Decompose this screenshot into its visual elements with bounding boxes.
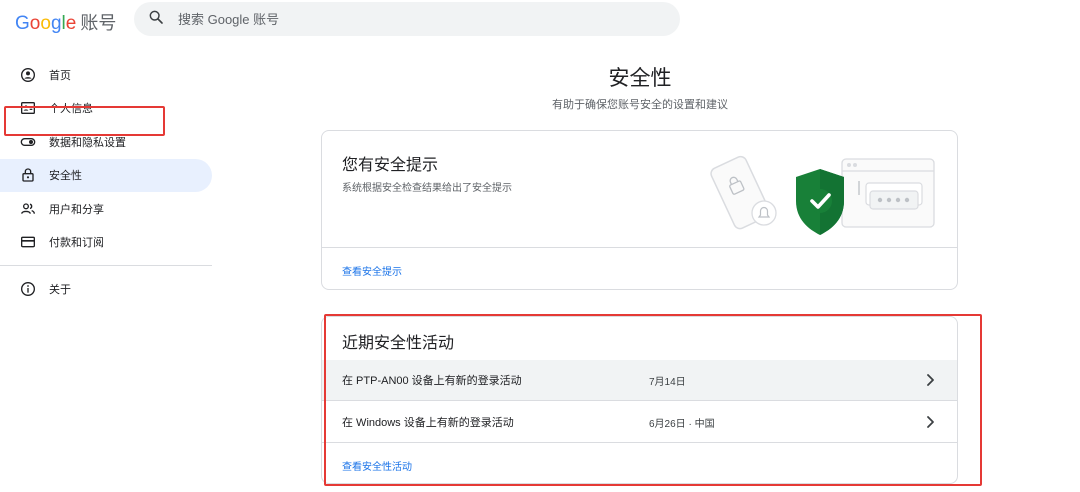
sidebar-item-security[interactable]: 安全性 — [0, 158, 212, 192]
sidebar-item-personal-info[interactable]: 个人信息 — [0, 92, 212, 126]
logo-letter: G — [15, 13, 30, 34]
sidebar-item-home[interactable]: 首页 — [0, 58, 212, 92]
activity-row-date: 6月26日 · 中国 — [649, 418, 715, 430]
sidebar-divider — [0, 265, 212, 266]
logo-letter: o — [29, 13, 41, 34]
google-account-logo[interactable]: Google 账号 — [15, 9, 116, 35]
credit-card-icon — [20, 234, 36, 250]
activity-row-text: 在 PTP-AN00 设备上有新的登录活动 — [342, 375, 522, 387]
sidebar-item-about[interactable]: 关于 — [0, 272, 212, 306]
logo-suffix: 账号 — [80, 13, 117, 33]
search-icon[interactable] — [148, 9, 164, 30]
sidebar-item-data-privacy[interactable]: 数据和隐私设置 — [0, 125, 212, 159]
search-input[interactable] — [178, 11, 578, 27]
sidebar-nav: 首页 个人信息 数据和隐私设置 安全性 用户和分享 付款和订阅 关于 — [0, 58, 214, 306]
activity-row-date: 7月14日 — [649, 376, 686, 388]
toggle-icon — [20, 134, 36, 150]
header: Google 账号 — [0, 0, 1080, 40]
sidebar-item-label: 付款和订阅 — [49, 237, 104, 250]
sidebar-item-people-sharing[interactable]: 用户和分享 — [0, 192, 212, 226]
sidebar-item-label: 关于 — [49, 283, 71, 296]
sidebar-item-label: 安全性 — [49, 170, 82, 183]
activity-card-title: 近期安全性活动 — [342, 335, 455, 352]
activity-row-text: 在 Windows 设备上有新的登录活动 — [342, 417, 514, 429]
sidebar-item-label: 数据和隐私设置 — [49, 136, 126, 149]
view-security-activity-link[interactable]: 查看安全性活动 — [342, 458, 412, 473]
chevron-right-icon — [922, 414, 938, 430]
people-icon — [20, 201, 36, 217]
logo-letter: g — [50, 13, 62, 34]
page-title: 安全性 — [608, 67, 672, 90]
activity-row[interactable]: 在 PTP-AN00 设备上有新的登录活动 7月14日 — [322, 360, 957, 401]
tips-card-description: 系统根据安全检查结果给出了安全提示 — [342, 183, 512, 194]
info-icon — [20, 281, 36, 297]
lock-icon — [20, 167, 36, 183]
logo-letter: e — [65, 13, 77, 34]
tips-card-title: 您有安全提示 — [342, 157, 439, 174]
account-circle-icon — [20, 67, 36, 83]
security-illustration — [702, 149, 942, 239]
sidebar-item-label: 首页 — [49, 69, 71, 82]
sidebar-item-payments[interactable]: 付款和订阅 — [0, 226, 212, 260]
search-bar[interactable] — [134, 2, 680, 36]
card-divider — [322, 247, 957, 248]
view-security-tips-link[interactable]: 查看安全提示 — [342, 263, 402, 278]
sidebar-item-label: 用户和分享 — [49, 203, 104, 216]
security-tips-card: 您有安全提示 系统根据安全检查结果给出了安全提示 查看安全提示 — [321, 130, 958, 290]
recent-security-activity-card: 近期安全性活动 在 PTP-AN00 设备上有新的登录活动 7月14日 在 Wi… — [321, 316, 958, 484]
sidebar-item-label: 个人信息 — [49, 103, 93, 116]
page-subtitle: 有助于确保您账号安全的设置和建议 — [552, 99, 728, 111]
logo-letter: o — [40, 13, 51, 34]
id-card-icon — [20, 100, 36, 116]
activity-row[interactable]: 在 Windows 设备上有新的登录活动 6月26日 · 中国 — [322, 402, 957, 443]
chevron-right-icon — [922, 372, 938, 388]
